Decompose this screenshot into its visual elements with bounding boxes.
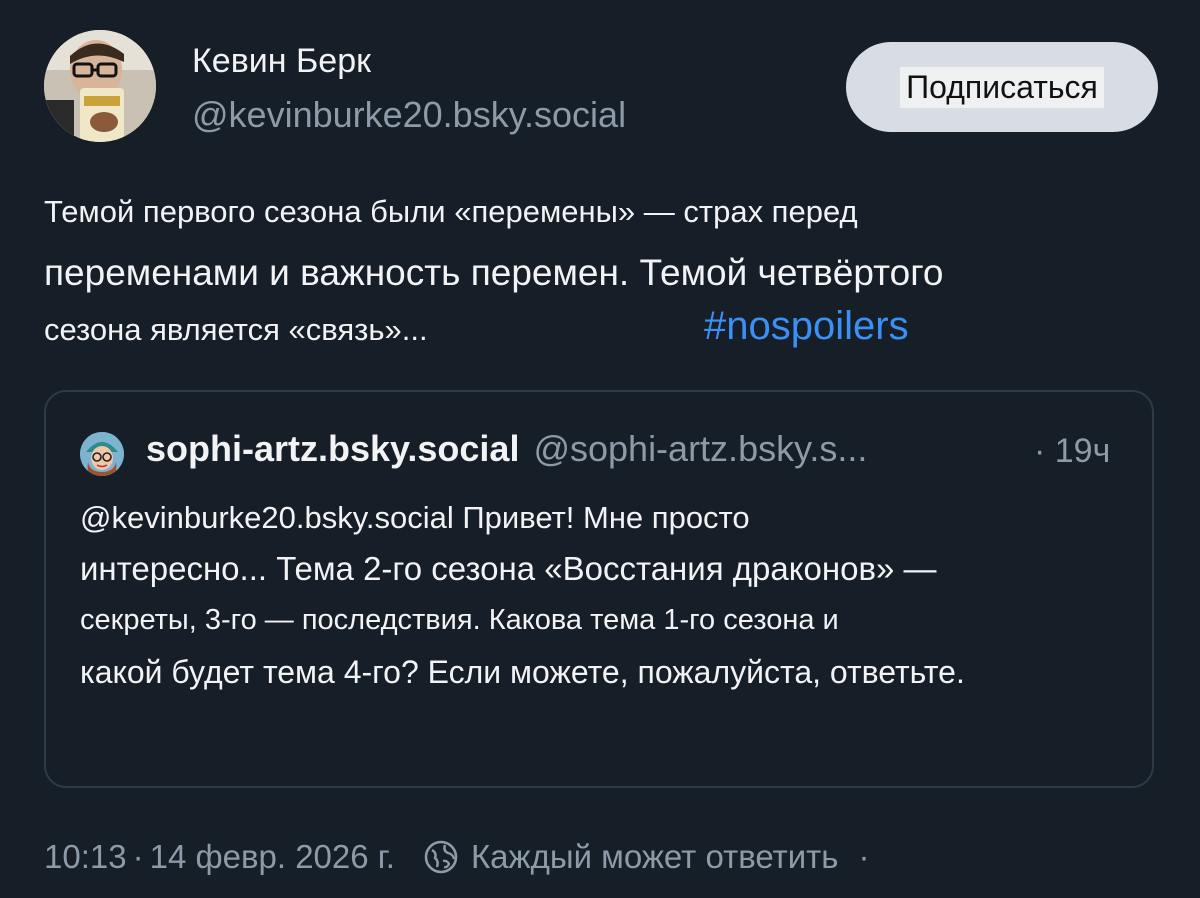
quote-author-handle[interactable]: @sophi-artz.bsky.s...: [533, 428, 867, 470]
quote-text-line: секреты, 3-го — последствия. Какова тема…: [80, 604, 839, 636]
author-avatar[interactable]: [44, 30, 156, 142]
post-meta: 10:13 · 14 февр. 2026 г. Каждый может от…: [44, 838, 869, 876]
quote-author-avatar[interactable]: [80, 432, 124, 476]
hashtag-link[interactable]: #nospoilers: [704, 304, 909, 349]
quote-text-line: какой будет тема 4-го? Если можете, пожа…: [80, 654, 965, 690]
meta-separator: ·: [132, 838, 144, 875]
author-display-name[interactable]: Кевин Берк: [192, 42, 371, 81]
quote-author-name[interactable]: sophi-artz.bsky.social: [146, 428, 519, 470]
post-text-line: Темой первого сезона были «перемены» — с…: [44, 194, 858, 229]
reply-setting[interactable]: Каждый может ответить: [471, 838, 839, 876]
post-text-line: сезона является «связь»...: [44, 312, 428, 347]
meta-trailing-dot: ·: [858, 838, 870, 875]
post-date: 14 февр. 2026 г.: [149, 838, 395, 875]
quote-timestamp: · 19ч: [1034, 432, 1111, 470]
post-time: 10:13: [44, 838, 127, 875]
quote-text-line: @kevinburke20.bsky.social Привет! Мне пр…: [80, 500, 750, 535]
author-handle[interactable]: @kevinburke20.bsky.social: [192, 94, 626, 136]
quoted-post-card[interactable]: sophi-artz.bsky.social @sophi-artz.bsky.…: [44, 390, 1154, 788]
follow-button[interactable]: Подписаться: [846, 42, 1158, 132]
globe-reply-icon[interactable]: [423, 839, 459, 875]
post-text-line: переменами и важность перемен. Темой чет…: [44, 252, 944, 293]
cartoon-avatar-icon: [80, 432, 124, 476]
user-avatar-photo-icon: [44, 30, 156, 142]
follow-button-label: Подписаться: [900, 66, 1104, 108]
quote-header: sophi-artz.bsky.social @sophi-artz.bsky.…: [146, 428, 867, 470]
quote-text-line: интересно... Тема 2-го сезона «Восстания…: [80, 550, 937, 587]
